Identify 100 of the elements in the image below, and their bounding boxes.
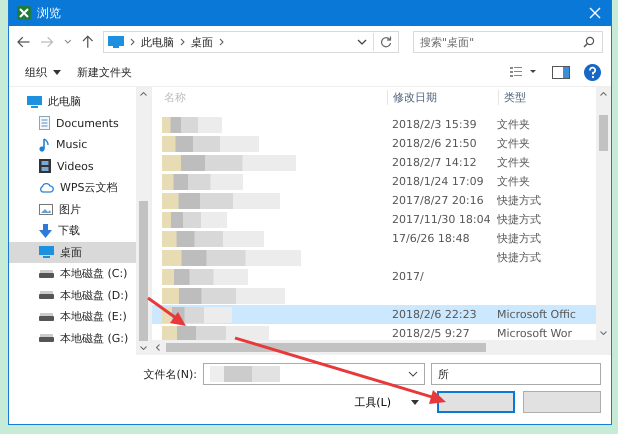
chevron-down-icon[interactable] (357, 39, 368, 45)
table-cell: 文件夹 (497, 175, 530, 188)
document-icon (39, 116, 50, 130)
caret-down-icon[interactable] (411, 400, 419, 404)
nav-item[interactable]: 本地磁盘 (D:) (9, 284, 136, 306)
organize-button[interactable]: 组织 (23, 62, 49, 82)
close-icon[interactable] (589, 7, 601, 19)
table-cell: 快捷方式 (497, 194, 541, 207)
breadcrumb[interactable]: 桌面 (191, 34, 214, 50)
scroll-left-icon[interactable] (156, 344, 160, 351)
file-row[interactable]: 2017/11/30 18:04 快捷方式 (152, 210, 596, 229)
file-row[interactable]: 2017/ (152, 267, 596, 286)
picture-icon (39, 204, 53, 215)
table-cell: 2017/ (392, 270, 424, 283)
view-options-icon[interactable] (510, 66, 538, 78)
nav-item[interactable]: 本地磁盘 (G:) (9, 328, 136, 349)
monitor-icon (108, 36, 124, 48)
nav-item[interactable]: 图片 (9, 198, 136, 220)
help-icon[interactable] (584, 64, 601, 80)
scrollbar-thumb[interactable] (599, 115, 608, 151)
nav-item[interactable]: 本地磁盘 (C:) (9, 263, 136, 284)
nav-item[interactable]: 此电脑 (9, 91, 136, 112)
scrollbar[interactable] (596, 87, 611, 340)
table-cell: 文件夹 (497, 156, 530, 169)
table-cell: 2018/1/24 17:09 (392, 175, 484, 188)
refresh-icon[interactable] (380, 36, 392, 48)
table-cell: 17/6/26 18:48 (392, 232, 470, 245)
table-cell: 2018/2/3 15:39 (392, 118, 477, 131)
table-cell: 2018/2/6 22:23 (392, 308, 477, 321)
search-field[interactable]: 搜索"桌面" (413, 31, 604, 53)
column-header[interactable]: 类型 (498, 90, 526, 104)
back-arrow-icon[interactable] (17, 36, 30, 48)
tools-button[interactable]: 工具(L) (348, 394, 397, 410)
nav-item[interactable]: WPS云文档 (9, 177, 136, 198)
chevron-down-icon[interactable] (408, 371, 418, 377)
file-row[interactable]: 2018/2/6 21:50 文件夹 (152, 134, 596, 153)
monitor-icon (27, 96, 42, 108)
nav-item[interactable]: 本地磁盘 (E:) (9, 306, 136, 328)
chevron-right-icon[interactable] (180, 38, 186, 46)
blurred-name (162, 306, 232, 322)
table-cell: 快捷方式 (497, 251, 541, 264)
search-icon (583, 36, 596, 48)
open-button[interactable] (437, 391, 515, 413)
table-cell: 文件夹 (497, 118, 530, 131)
scroll-down-icon[interactable] (600, 331, 607, 335)
new-folder-button[interactable]: 新建文件夹 (75, 62, 134, 82)
chevron-right-icon[interactable] (219, 38, 224, 46)
table-cell: Microsoft Wor (497, 327, 572, 340)
blurred-name (210, 366, 280, 382)
chevron-right-icon[interactable] (130, 38, 136, 46)
chevron-down-icon[interactable] (64, 39, 72, 45)
table-cell: 快捷方式 (497, 213, 541, 226)
file-row[interactable]: 2018/1/24 17:09 文件夹 (152, 172, 596, 191)
scrollbar[interactable] (136, 87, 151, 355)
scroll-down-icon[interactable] (140, 346, 147, 350)
down-arrow-icon (39, 224, 52, 238)
annotation-arrow (147, 296, 186, 326)
address-bar[interactable]: 此电脑 桌面 (103, 31, 400, 53)
blurred-name (162, 116, 222, 132)
monitor-icon (39, 246, 54, 258)
caret-down-icon[interactable] (53, 70, 61, 74)
table-cell: Microsoft Offic (497, 308, 576, 321)
scrollbar[interactable] (152, 340, 611, 355)
spreadsheet-app-icon (17, 6, 31, 20)
table-cell: 文件夹 (497, 137, 530, 150)
drive-icon (39, 312, 54, 321)
nav-item[interactable]: 下载 (9, 220, 136, 242)
file-row[interactable]: 2018/2/3 15:39 文件夹 (152, 115, 596, 134)
file-row[interactable]: 2018/2/6 22:23 Microsoft Offic (152, 305, 596, 324)
drive-icon (39, 334, 54, 342)
scroll-up-icon[interactable] (600, 92, 607, 96)
file-row[interactable]: 快捷方式 (152, 248, 596, 267)
file-row[interactable]: 17/6/26 18:48 快捷方式 (152, 229, 596, 248)
table-cell: 2017/8/27 20:16 (392, 194, 484, 207)
blurred-name (162, 212, 227, 228)
nav-item[interactable]: Videos (9, 156, 136, 177)
up-arrow-icon[interactable] (82, 35, 94, 49)
scrollbar-thumb[interactable] (139, 201, 148, 341)
file-name-label: 文件名(N): (143, 366, 197, 382)
file-row[interactable]: 2017/8/27 20:16 快捷方式 (152, 191, 596, 210)
scroll-up-icon[interactable] (140, 92, 147, 96)
cloud-icon (39, 182, 54, 194)
nav-item[interactable]: Music (9, 134, 136, 156)
scrollbar-thumb[interactable] (166, 343, 486, 352)
file-name-field[interactable] (203, 363, 425, 385)
film-icon (39, 159, 51, 174)
breadcrumb[interactable]: 此电脑 (141, 34, 174, 50)
column-header[interactable]: 修改日期 (387, 90, 498, 104)
file-row[interactable]: 2018/2/5 9:27 Microsoft Wor (152, 324, 596, 340)
nav-item[interactable]: Documents (9, 112, 136, 134)
file-row[interactable]: 2018/2/7 14:12 文件夹 (152, 153, 596, 172)
table-cell: 2018/2/6 21:50 (392, 137, 477, 150)
music-note-icon (39, 138, 50, 152)
file-type-dropdown[interactable]: 所 (431, 363, 601, 385)
nav-item[interactable]: 桌面 (9, 242, 136, 263)
table-cell: 2018/2/5 9:27 (392, 327, 470, 340)
preview-pane-icon[interactable] (552, 66, 570, 78)
window-title: 浏览 (37, 4, 61, 22)
drive-icon (39, 270, 54, 278)
drive-icon (39, 291, 54, 300)
